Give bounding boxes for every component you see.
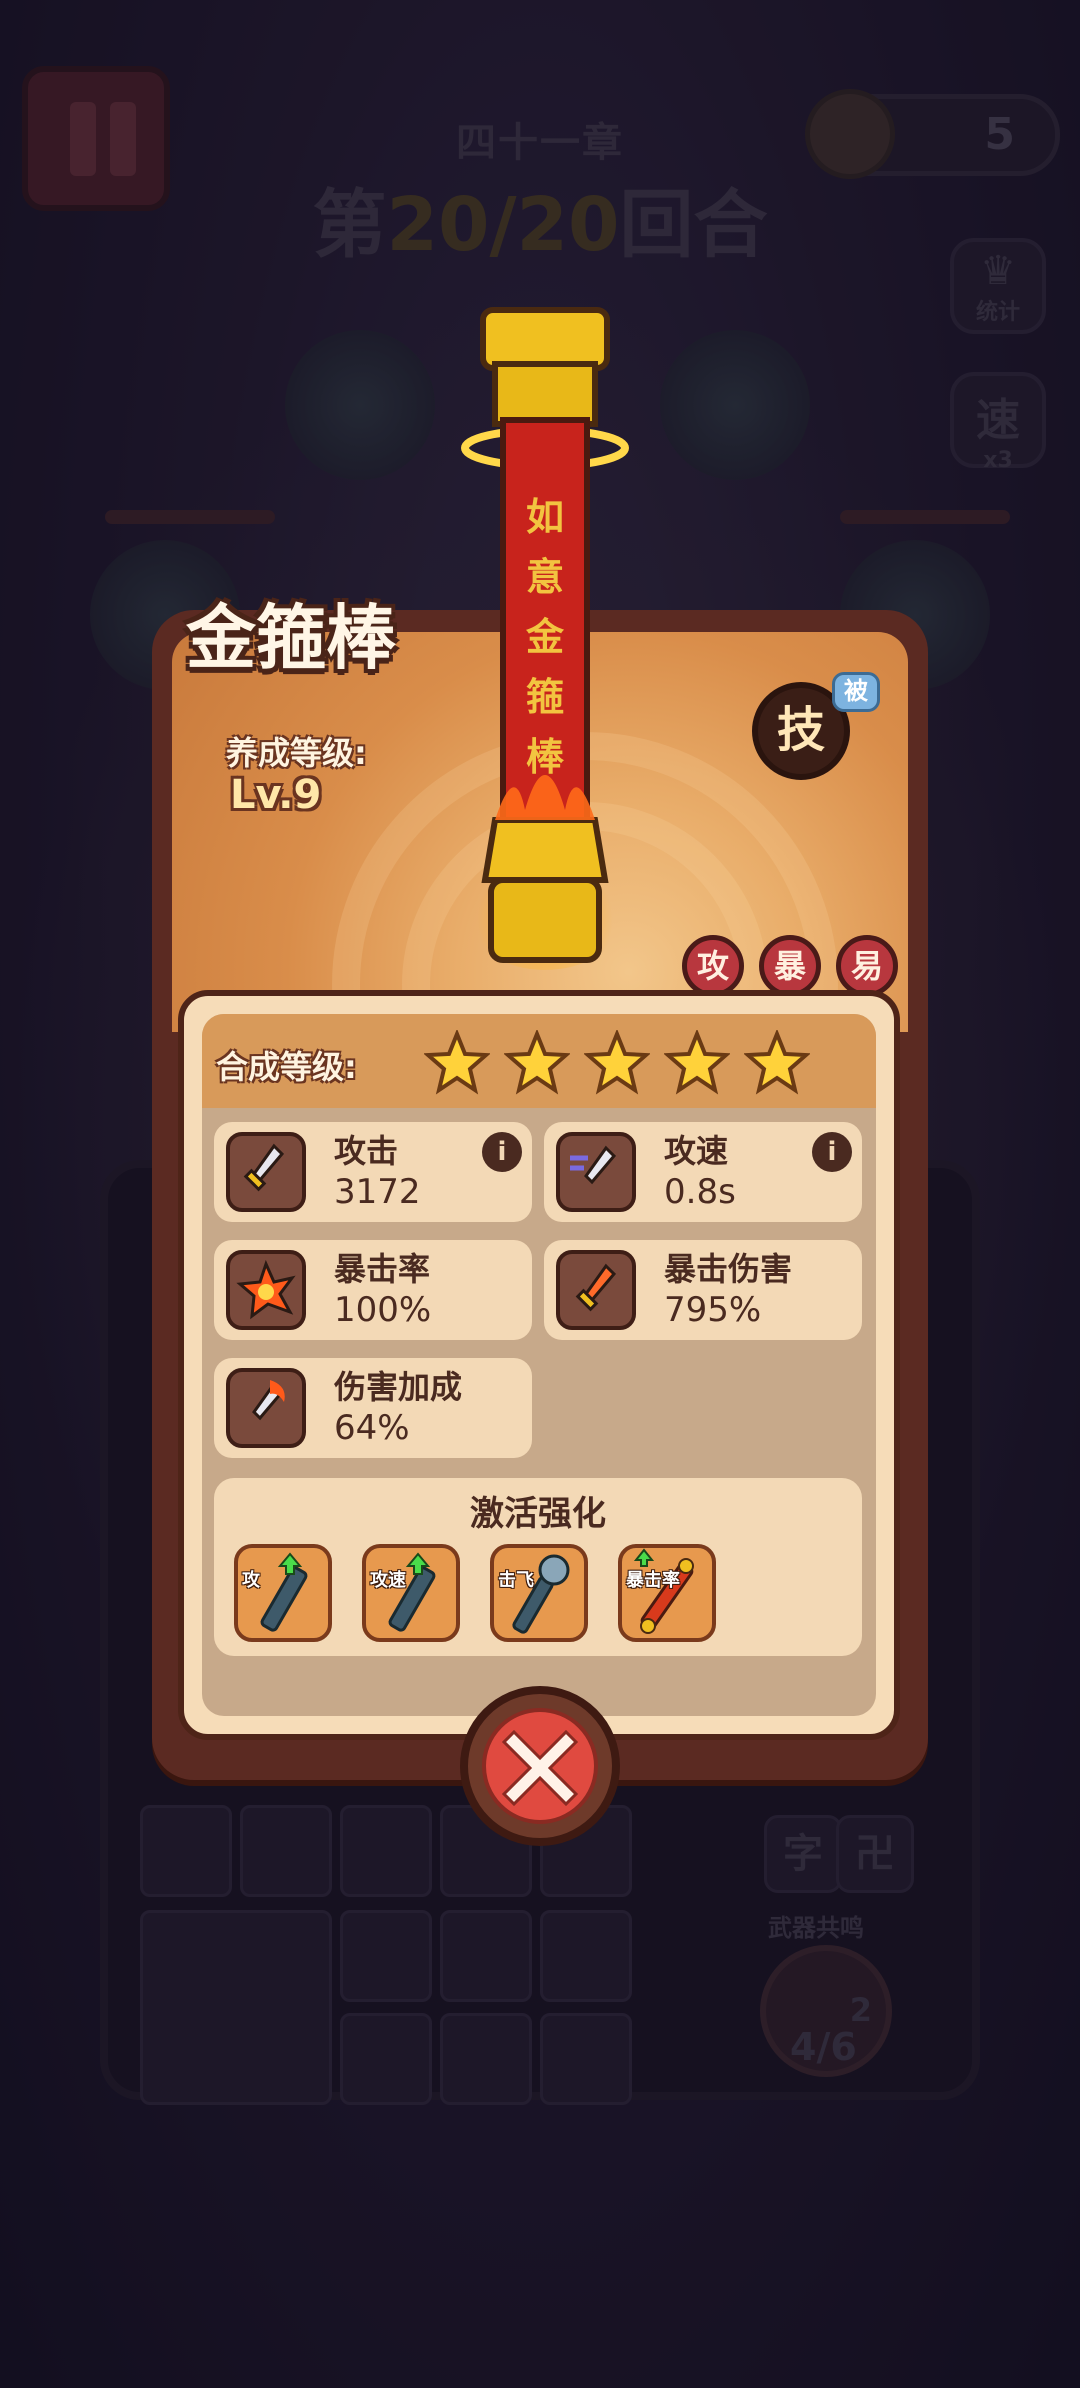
merge-level-row: 合成等级: — [202, 1014, 876, 1108]
stat-attack-speed: 攻速 0.8s i — [544, 1122, 862, 1222]
level-value: Lv.9 — [230, 772, 322, 818]
merge-level-label: 合成等级: — [216, 1048, 357, 1086]
mace-icon — [512, 1554, 570, 1634]
enhancement-title: 激活强化 — [470, 1494, 606, 1534]
staff-inscription: 如 — [526, 495, 564, 539]
speed-sword-icon — [556, 1132, 636, 1212]
info-icon[interactable]: i — [482, 1132, 522, 1172]
star-icon — [664, 1030, 730, 1095]
svg-text:金: 金 — [525, 615, 565, 659]
close-button[interactable] — [460, 1686, 620, 1846]
stat-crit-rate: 暴击率 100% — [214, 1240, 532, 1340]
star-icon — [504, 1030, 570, 1095]
star-icon — [424, 1030, 490, 1095]
weapon-name: 金箍棒 — [186, 597, 396, 679]
stat-attack: 攻击 3172 i — [214, 1122, 532, 1222]
stat-damage-bonus: 伤害加成 64% — [214, 1358, 532, 1458]
close-icon — [501, 1729, 579, 1807]
stat-crit-damage: 暴击伤害 795% — [544, 1240, 862, 1340]
burst-icon — [226, 1250, 306, 1330]
tag-attack[interactable]: 攻 — [682, 935, 744, 997]
enhancement-attack-speed[interactable]: 攻速 — [362, 1544, 460, 1642]
enhancement-knockback[interactable]: 击飞 — [490, 1544, 588, 1642]
star-icon — [584, 1030, 650, 1095]
golden-staff-icon: 如 意 金 箍 棒 — [461, 307, 629, 963]
tag-crit[interactable]: 暴 — [759, 935, 821, 997]
fire-sword-icon — [556, 1250, 636, 1330]
flame-sword-icon — [226, 1368, 306, 1448]
enhancement-attack[interactable]: 攻 — [234, 1544, 332, 1642]
sword-icon — [226, 1132, 306, 1212]
svg-text:棒: 棒 — [526, 735, 565, 779]
info-icon[interactable]: i — [812, 1132, 852, 1172]
svg-text:箍: 箍 — [526, 675, 564, 719]
stats-panel: 合成等级: 攻击 3172 i 攻速 0.8s i 暴击率 100% 暴击伤害 … — [178, 990, 900, 1740]
passive-badge: 被 — [832, 672, 880, 712]
golden-staff-icon — [633, 1548, 694, 1634]
staff-up-icon — [260, 1552, 308, 1632]
enhancement-crit-rate[interactable]: 暴击率 — [618, 1544, 716, 1642]
level-label: 养成等级: — [226, 734, 367, 772]
tag-easy[interactable]: 易 — [836, 935, 898, 997]
star-icon — [744, 1030, 810, 1095]
svg-text:意: 意 — [526, 555, 564, 599]
enhancement-section: 激活强化 攻 攻速 击飞 暴击率 — [214, 1478, 862, 1656]
staff-up-icon — [388, 1552, 436, 1632]
